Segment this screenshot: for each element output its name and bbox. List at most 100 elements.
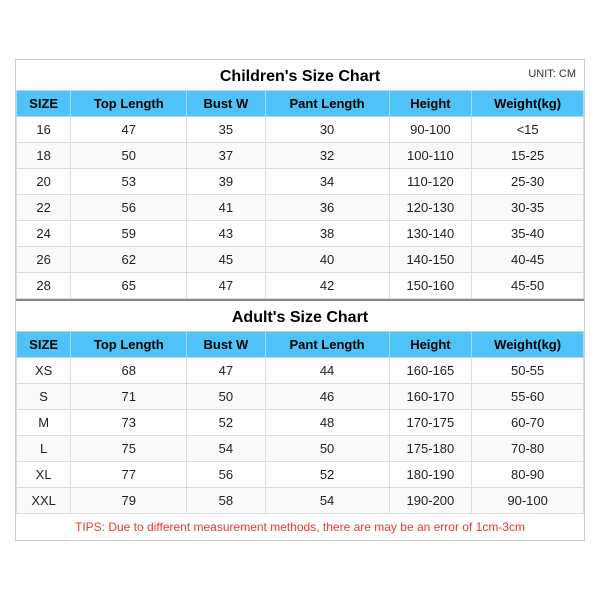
table-cell: 37 [187, 143, 265, 169]
table-cell: 160-165 [389, 358, 472, 384]
table-cell: 53 [71, 169, 187, 195]
table-row: 1647353090-100<15 [17, 117, 584, 143]
table-row: L755450175-18070-80 [17, 436, 584, 462]
table-cell: L [17, 436, 71, 462]
table-cell: 120-130 [389, 195, 472, 221]
table-cell: 60-70 [472, 410, 584, 436]
table-cell: 80-90 [472, 462, 584, 488]
adult-col-size: SIZE [17, 332, 71, 358]
table-cell: 41 [187, 195, 265, 221]
table-cell: 56 [187, 462, 265, 488]
children-table: SIZE Top Length Bust W Pant Length Heigh… [16, 90, 584, 299]
table-cell: 90-100 [472, 488, 584, 514]
children-col-weight: Weight(kg) [472, 91, 584, 117]
table-cell: <15 [472, 117, 584, 143]
table-cell: 190-200 [389, 488, 472, 514]
table-cell: 68 [71, 358, 187, 384]
table-cell: 35-40 [472, 221, 584, 247]
table-cell: 35 [187, 117, 265, 143]
table-cell: 39 [187, 169, 265, 195]
children-chart-title: Children's Size Chart UNIT: CM [16, 60, 584, 90]
adult-col-weight: Weight(kg) [472, 332, 584, 358]
table-cell: 59 [71, 221, 187, 247]
table-cell: 50 [187, 384, 265, 410]
adult-col-toplength: Top Length [71, 332, 187, 358]
table-cell: 43 [187, 221, 265, 247]
unit-label: UNIT: CM [528, 68, 576, 80]
table-cell: 47 [187, 358, 265, 384]
table-cell: 20 [17, 169, 71, 195]
table-cell: 30 [265, 117, 389, 143]
table-cell: 42 [265, 273, 389, 299]
adult-chart-title: Adult's Size Chart [16, 299, 584, 331]
table-cell: S [17, 384, 71, 410]
table-row: XXL795854190-20090-100 [17, 488, 584, 514]
table-cell: 71 [71, 384, 187, 410]
table-cell: 40 [265, 247, 389, 273]
table-cell: 25-30 [472, 169, 584, 195]
table-row: M735248170-17560-70 [17, 410, 584, 436]
adult-table: SIZE Top Length Bust W Pant Length Heigh… [16, 331, 584, 514]
table-cell: 56 [71, 195, 187, 221]
table-cell: 24 [17, 221, 71, 247]
table-cell: 180-190 [389, 462, 472, 488]
table-cell: 26 [17, 247, 71, 273]
table-cell: 22 [17, 195, 71, 221]
table-cell: 50 [71, 143, 187, 169]
table-row: 26624540140-15040-45 [17, 247, 584, 273]
children-col-size: SIZE [17, 91, 71, 117]
table-cell: 65 [71, 273, 187, 299]
table-cell: 40-45 [472, 247, 584, 273]
table-cell: 110-120 [389, 169, 472, 195]
adult-col-pantlength: Pant Length [265, 332, 389, 358]
table-cell: 75 [71, 436, 187, 462]
adult-col-bustw: Bust W [187, 332, 265, 358]
table-cell: 16 [17, 117, 71, 143]
table-cell: 175-180 [389, 436, 472, 462]
table-cell: 44 [265, 358, 389, 384]
table-row: XS684744160-16550-55 [17, 358, 584, 384]
tips-text: TIPS: Due to different measurement metho… [16, 514, 584, 540]
adult-header-row: SIZE Top Length Bust W Pant Length Heigh… [17, 332, 584, 358]
table-row: 24594338130-14035-40 [17, 221, 584, 247]
table-cell: 50-55 [472, 358, 584, 384]
table-cell: 45 [187, 247, 265, 273]
table-cell: XS [17, 358, 71, 384]
children-col-height: Height [389, 91, 472, 117]
table-cell: 90-100 [389, 117, 472, 143]
table-cell: 130-140 [389, 221, 472, 247]
table-cell: 170-175 [389, 410, 472, 436]
table-cell: 45-50 [472, 273, 584, 299]
table-row: 22564136120-13030-35 [17, 195, 584, 221]
children-title-text: Children's Size Chart [220, 68, 380, 85]
table-cell: 62 [71, 247, 187, 273]
table-cell: 52 [265, 462, 389, 488]
table-row: 20533934110-12025-30 [17, 169, 584, 195]
table-cell: XL [17, 462, 71, 488]
table-cell: 15-25 [472, 143, 584, 169]
children-col-pantlength: Pant Length [265, 91, 389, 117]
table-row: XL775652180-19080-90 [17, 462, 584, 488]
table-cell: 50 [265, 436, 389, 462]
table-cell: 100-110 [389, 143, 472, 169]
table-cell: 18 [17, 143, 71, 169]
adult-tbody: XS684744160-16550-55S715046160-17055-60M… [17, 358, 584, 514]
table-cell: XXL [17, 488, 71, 514]
table-cell: 46 [265, 384, 389, 410]
size-chart-container: Children's Size Chart UNIT: CM SIZE Top … [15, 59, 585, 541]
table-cell: 55-60 [472, 384, 584, 410]
table-cell: 140-150 [389, 247, 472, 273]
table-cell: 79 [71, 488, 187, 514]
table-cell: 47 [187, 273, 265, 299]
children-header-row: SIZE Top Length Bust W Pant Length Heigh… [17, 91, 584, 117]
children-tbody: 1647353090-100<1518503732100-11015-25205… [17, 117, 584, 299]
adult-title-text: Adult's Size Chart [232, 309, 368, 326]
table-cell: 38 [265, 221, 389, 247]
table-cell: 52 [187, 410, 265, 436]
table-row: S715046160-17055-60 [17, 384, 584, 410]
table-cell: 36 [265, 195, 389, 221]
children-col-bustw: Bust W [187, 91, 265, 117]
table-cell: 34 [265, 169, 389, 195]
table-cell: 70-80 [472, 436, 584, 462]
table-cell: 30-35 [472, 195, 584, 221]
